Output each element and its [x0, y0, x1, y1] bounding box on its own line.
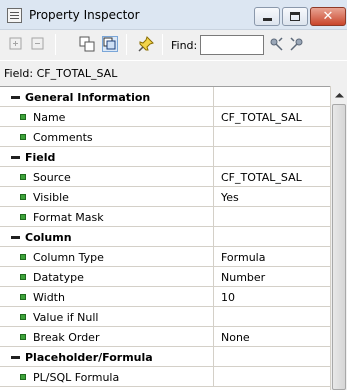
property-value: 10 — [221, 291, 235, 304]
maximize-button[interactable] — [282, 7, 308, 26]
find-next-icon — [270, 37, 283, 51]
property-label: Comments — [33, 131, 93, 144]
toolbar: Find: — [0, 30, 347, 60]
section-label: General Information — [25, 91, 151, 104]
chevron-up-icon — [334, 93, 344, 98]
collapse-icon — [31, 37, 44, 50]
property-value: Number — [221, 271, 266, 284]
property-label: Value if Null — [33, 311, 99, 324]
vertical-scrollbar[interactable] — [330, 86, 347, 390]
maximize-icon — [290, 12, 300, 21]
find-next-button[interactable] — [268, 36, 284, 52]
property-row-plsql-formula[interactable]: PL/SQL Formula — [0, 367, 330, 387]
property-bullet-icon — [20, 134, 26, 140]
toolbar-separator — [126, 34, 127, 55]
property-value: CF_TOTAL_SAL — [221, 111, 302, 124]
property-bullet-icon — [20, 374, 26, 380]
paste-properties-button[interactable] — [102, 36, 118, 52]
find-previous-button[interactable] — [289, 36, 305, 52]
property-row-column-type[interactable]: Column Type Formula — [0, 247, 330, 267]
property-bullet-icon — [20, 314, 26, 320]
property-label: Source — [33, 171, 71, 184]
find-previous-icon — [290, 37, 303, 51]
property-value: Formula — [221, 251, 266, 264]
find-label: Find: — [171, 39, 198, 52]
property-label: Column Type — [33, 251, 104, 264]
collapse-icon[interactable] — [11, 153, 20, 162]
property-row-format-mask[interactable]: Format Mask — [0, 207, 330, 227]
expand-icon — [9, 37, 22, 50]
property-row-break-order[interactable]: Break Order None — [0, 327, 330, 347]
property-value: Yes — [221, 191, 239, 204]
property-bullet-icon — [20, 294, 26, 300]
section-label: Placeholder/Formula — [25, 351, 153, 364]
property-row-comments[interactable]: Comments — [0, 127, 330, 147]
property-row-width[interactable]: Width 10 — [0, 287, 330, 307]
property-bullet-icon — [20, 334, 26, 340]
property-row-visible[interactable]: Visible Yes — [0, 187, 330, 207]
property-row-value-if-null[interactable]: Value if Null — [0, 307, 330, 327]
toolbar-separator — [162, 34, 163, 55]
property-grid: General Information Name CF_TOTAL_SAL Co… — [0, 86, 347, 390]
close-button[interactable]: ✕ — [310, 7, 346, 26]
collapse-icon[interactable] — [11, 233, 20, 242]
property-bullet-icon — [20, 254, 26, 260]
property-label: Visible — [33, 191, 69, 204]
pin-button[interactable] — [138, 36, 154, 52]
copy-properties-button[interactable] — [79, 36, 95, 52]
property-bullet-icon — [20, 214, 26, 220]
section-label: Column — [25, 231, 72, 244]
property-row-source[interactable]: Source CF_TOTAL_SAL — [0, 167, 330, 187]
section-placeholder-formula[interactable]: Placeholder/Formula — [0, 347, 330, 367]
section-column[interactable]: Column — [0, 227, 330, 247]
collapse-icon[interactable] — [11, 353, 20, 362]
property-label: Name — [33, 111, 66, 124]
property-bullet-icon — [20, 194, 26, 200]
field-bar: Field: CF_TOTAL_SAL — [0, 60, 347, 86]
scroll-thumb[interactable] — [332, 104, 346, 390]
minimize-icon — [262, 17, 272, 21]
property-row-name[interactable]: Name CF_TOTAL_SAL — [0, 107, 330, 127]
property-label: Format Mask — [33, 211, 104, 224]
property-bullet-icon — [20, 114, 26, 120]
section-general-information[interactable]: General Information — [0, 87, 330, 107]
toolbar-separator — [55, 34, 56, 55]
current-field-label: Field: CF_TOTAL_SAL — [4, 67, 118, 80]
window-title: Property Inspector — [29, 8, 140, 22]
property-label: Width — [33, 291, 65, 304]
property-inspector-icon — [7, 8, 22, 23]
title-bar: Property Inspector ✕ — [0, 0, 347, 30]
property-value: CF_TOTAL_SAL — [221, 171, 302, 184]
pin-icon — [138, 36, 154, 52]
collapse-button[interactable] — [30, 36, 46, 52]
collapse-icon[interactable] — [11, 93, 20, 102]
find-input[interactable] — [200, 35, 264, 55]
section-field[interactable]: Field — [0, 147, 330, 167]
paste-properties-icon — [103, 37, 116, 50]
property-label: Break Order — [33, 331, 100, 344]
scroll-up-button[interactable] — [331, 87, 347, 103]
property-row-datatype[interactable]: Datatype Number — [0, 267, 330, 287]
property-value: None — [221, 331, 250, 344]
copy-properties-icon — [79, 36, 95, 52]
section-label: Field — [25, 151, 56, 164]
minimize-button[interactable] — [254, 7, 280, 26]
expand-button[interactable] — [8, 36, 24, 52]
property-label: Datatype — [33, 271, 84, 284]
property-label: PL/SQL Formula — [33, 371, 120, 384]
property-bullet-icon — [20, 174, 26, 180]
close-icon: ✕ — [322, 9, 334, 24]
property-bullet-icon — [20, 274, 26, 280]
